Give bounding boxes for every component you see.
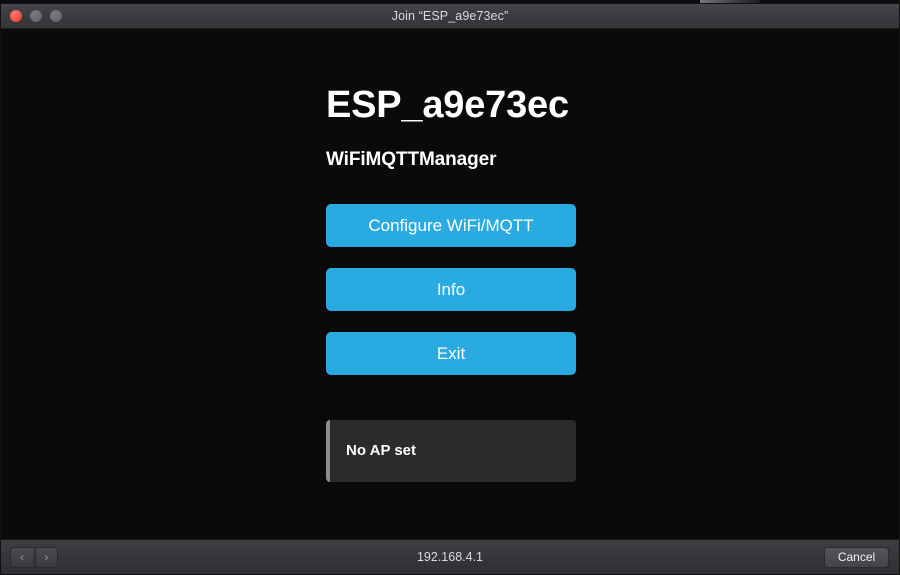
- close-button[interactable]: [10, 10, 22, 22]
- page-title: ESP_a9e73ec: [326, 84, 569, 126]
- configure-wifi-mqtt-button[interactable]: Configure WiFi/MQTT: [326, 203, 576, 247]
- cancel-button[interactable]: Cancel: [824, 546, 889, 568]
- minimize-button[interactable]: [30, 10, 42, 22]
- forward-button[interactable]: ›: [35, 546, 58, 568]
- web-content-area: ESP_a9e73ec WiFiMQTTManager Configure Wi…: [1, 29, 899, 539]
- chevron-right-icon: ›: [44, 549, 49, 564]
- zoom-button[interactable]: [50, 10, 62, 22]
- info-button[interactable]: Info: [326, 267, 576, 311]
- window-title: Join “ESP_a9e73ec”: [391, 9, 509, 23]
- captive-portal-window: Join “ESP_a9e73ec” ESP_a9e73ec WiFiMQTTM…: [0, 3, 900, 575]
- status-message-box: No AP set: [326, 419, 576, 482]
- portal-page: ESP_a9e73ec WiFiMQTTManager Configure Wi…: [326, 29, 576, 482]
- exit-button[interactable]: Exit: [326, 331, 576, 375]
- back-button[interactable]: ‹: [10, 546, 33, 568]
- navigation-buttons: ‹ ›: [10, 546, 58, 568]
- url-label: 192.168.4.1: [416, 550, 484, 564]
- chevron-left-icon: ‹: [20, 549, 24, 564]
- window-titlebar: Join “ESP_a9e73ec”: [1, 4, 899, 29]
- bottom-toolbar: ‹ › 192.168.4.1 Cancel: [1, 539, 899, 574]
- window-controls: [10, 4, 62, 28]
- page-subtitle: WiFiMQTTManager: [326, 148, 497, 170]
- status-message-text: No AP set: [346, 442, 417, 460]
